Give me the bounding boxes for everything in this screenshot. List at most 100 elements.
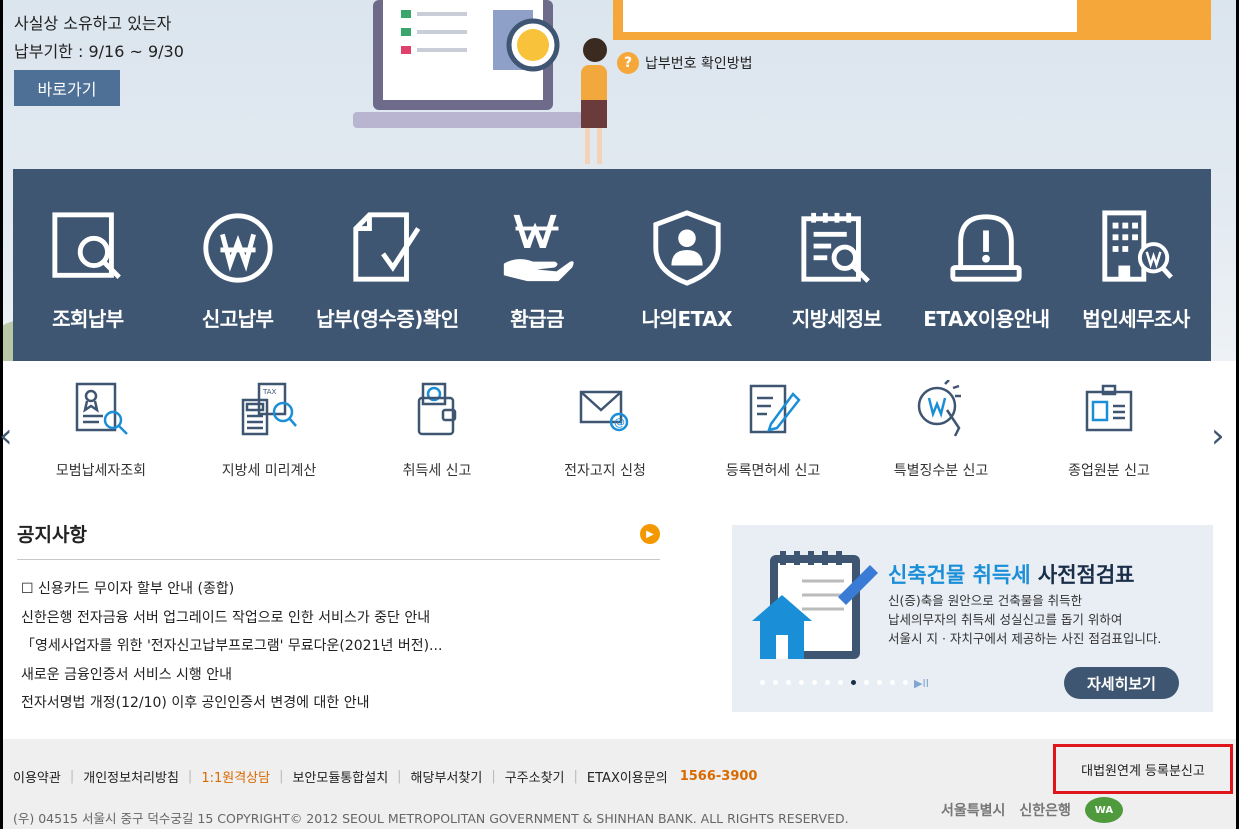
banner-title-rest: 사전점검표 [1030,563,1135,587]
court-registration-link[interactable]: 대법원연계 등록분신고 [1053,744,1233,794]
main-menu-label: 신고납부 [201,307,274,331]
banner-dot[interactable] [799,680,804,685]
sub-menu-model-taxpayer[interactable]: 모범납세자조회 [17,380,185,480]
banner-pagination [760,680,908,685]
sub-menu-e-notice[interactable]: @ 전자고지 신청 [521,380,689,480]
main-menu-label: 지방세정보 [791,307,882,331]
footer-logos: 서울특별시 신한은행 WA [941,797,1123,823]
main-menu-report-pay[interactable]: 신고납부 [163,169,313,361]
svg-text:TAX: TAX [262,388,277,396]
main-menu-local-tax-info[interactable]: 지방세정보 [762,169,912,361]
banner-dot-active[interactable] [851,680,856,685]
banner-desc-line: 서울시 지 · 자치구에서 제공하는 사진 점검표입니다. [888,631,1162,646]
notice-more-icon[interactable]: ▶ [640,524,660,544]
award-search-icon [75,382,128,435]
banner-dot[interactable] [903,680,908,685]
main-menu-label: 납부(영수증)확인 [316,307,459,331]
main-menu: 조회납부 신고납부 납부(영수증)확인 환급금 나의ETAX 지방세정보 ETA… [13,169,1211,361]
footer-separator: | [397,769,402,784]
notice-divider [17,559,660,560]
sub-menu-acquisition-tax[interactable]: 취득세 신고 [353,380,521,480]
search-document-icon [52,212,121,279]
footer-link-privacy[interactable]: 개인정보처리방침 [83,767,179,786]
footer-link-find-department[interactable]: 해당부서찾기 [411,767,483,786]
hero-deadline-text: 납부기한 : 9/16 ~ 9/30 [14,42,184,61]
sub-menu-label: 특별징수분 신고 [893,463,989,479]
banner-dot[interactable] [825,680,830,685]
calculator-icon: TAX [241,382,297,436]
banner-detail-button[interactable]: 자세히보기 [1064,667,1179,699]
banner-dot[interactable] [864,680,869,685]
footer-links: 이용약관 | 개인정보처리방침 | 1:1원격상담 | 보안모듈통합설치 | 해… [13,767,757,786]
notice-item[interactable]: 새로운 금융인증서 서비스 시행 안내 [17,664,660,693]
footer-link-old-address[interactable]: 구주소찾기 [505,767,565,786]
copyright-text: (우) 04515 서울시 중구 덕수궁길 15 COPYRIGHT© 2012… [13,811,849,826]
sub-menu-prev-arrow[interactable]: ‹ [0,416,13,456]
checklist-house-illustration [752,551,878,659]
banner-dot[interactable] [838,680,843,685]
notice-item[interactable]: ☐ 신용카드 무이자 할부 안내 (종합) [17,578,660,607]
main-menu-etax-guide[interactable]: ETAX이용안내 [912,169,1062,361]
notice-section: 공지사항 ▶ ☐ 신용카드 무이자 할부 안내 (종합) 신한은행 전자금융 서… [17,520,660,721]
sub-menu-label: 등록면허세 신고 [725,463,821,479]
sub-menu: ‹ 모범납세자조회 TAX 지방세 미리계산 취득세 신고 @ 전자고지 신청 … [0,380,1236,490]
banner-dot[interactable] [786,680,791,685]
sub-menu-special-withholding[interactable]: 특별징수분 신고 [857,380,1025,480]
notice-item[interactable]: 「영세사업자를 위한 '전자신고납부프로그램' 무료다운(2021년 버전)..… [17,635,660,664]
payment-number-help-link[interactable]: ? 납부번호 확인방법 [617,52,753,74]
banner-title: 신축건물 취득세 사전점검표 [888,559,1134,589]
id-card-icon [1085,384,1133,432]
footer-link-security-module[interactable]: 보안모듈통합설치 [292,767,388,786]
info-document-icon [801,212,870,283]
main-menu-receipt-check[interactable]: 납부(영수증)확인 [313,169,463,361]
notice-item[interactable]: 전자서명법 개정(12/10) 이후 공인인증서 변경에 대한 안내 [17,692,660,721]
laptop-illustration [353,0,607,164]
shinhan-bank-logo: 신한은행 [1019,803,1071,819]
sub-menu-tax-calculator[interactable]: TAX 지방세 미리계산 [185,380,353,480]
main-menu-corporate-audit[interactable]: 법인세무조사 [1061,169,1211,361]
sub-menu-employee-tax[interactable]: 종업원분 신고 [1025,380,1193,480]
sub-menu-next-arrow[interactable]: › [1211,416,1225,456]
footer-etax-inquiry-label: ETAX이용문의 [586,771,668,786]
won-touch-icon [917,380,961,437]
main-menu-search-pay[interactable]: 조회납부 [13,169,163,361]
main-menu-label: 조회납부 [52,307,124,331]
checklist-banner: 신축건물 취득세 사전점검표 신(증)축을 원안으로 건축물을 취득한 납세의무… [732,525,1213,712]
main-menu-refund[interactable]: 환급금 [462,169,612,361]
web-accessibility-logo: WA [1084,797,1123,823]
footer-link-terms[interactable]: 이용약관 [13,767,61,786]
question-icon: ? [617,52,639,74]
document-check-icon [353,212,421,282]
banner-play-pause-icon[interactable]: ▶II [914,677,929,690]
won-coin-icon [203,213,273,283]
wallet-icon [417,382,457,436]
banner-dot[interactable] [877,680,882,685]
main-menu-my-etax[interactable]: 나의ETAX [612,169,762,361]
payment-number-input[interactable] [623,0,1077,32]
sub-menu-label: 전자고지 신청 [564,463,646,479]
banner-dot[interactable] [812,680,817,685]
notice-title: 공지사항 [17,524,87,546]
email-icon: @ [579,390,629,432]
sub-menu-registration-license-tax[interactable]: 등록면허세 신고 [689,380,857,480]
main-menu-label: 법인세무조사 [1082,307,1190,331]
footer-link-remote-support[interactable]: 1:1원격상담 [201,767,270,786]
banner-dot[interactable] [760,680,765,685]
banner-dot[interactable] [773,680,778,685]
form-pen-icon [749,384,801,434]
footer: 이용약관 | 개인정보처리방침 | 1:1원격상담 | 보안모듈통합설치 | 해… [3,739,1236,829]
main-menu-label: 환급금 [510,307,564,331]
banner-dot[interactable] [890,680,895,685]
sub-menu-label: 모범납세자조회 [55,463,147,479]
sub-menu-label: 종업원분 신고 [1068,463,1150,479]
notice-item[interactable]: 신한은행 전자금융 서버 업그레이드 작업으로 인한 서비스가 중단 안내 [17,607,660,636]
footer-separator: | [187,769,193,784]
alert-bell-icon [950,214,1022,282]
shortcut-button[interactable]: 바로가기 [14,70,120,106]
building-won-icon [1102,210,1174,282]
sub-menu-label: 취득세 신고 [402,463,472,479]
sub-menu-label: 지방세 미리계산 [221,463,317,479]
seoul-logo: 서울특별시 [941,803,1006,819]
hero-subject-text: 사실상 소유하고 있는자 [14,14,172,33]
footer-separator: | [279,769,284,784]
